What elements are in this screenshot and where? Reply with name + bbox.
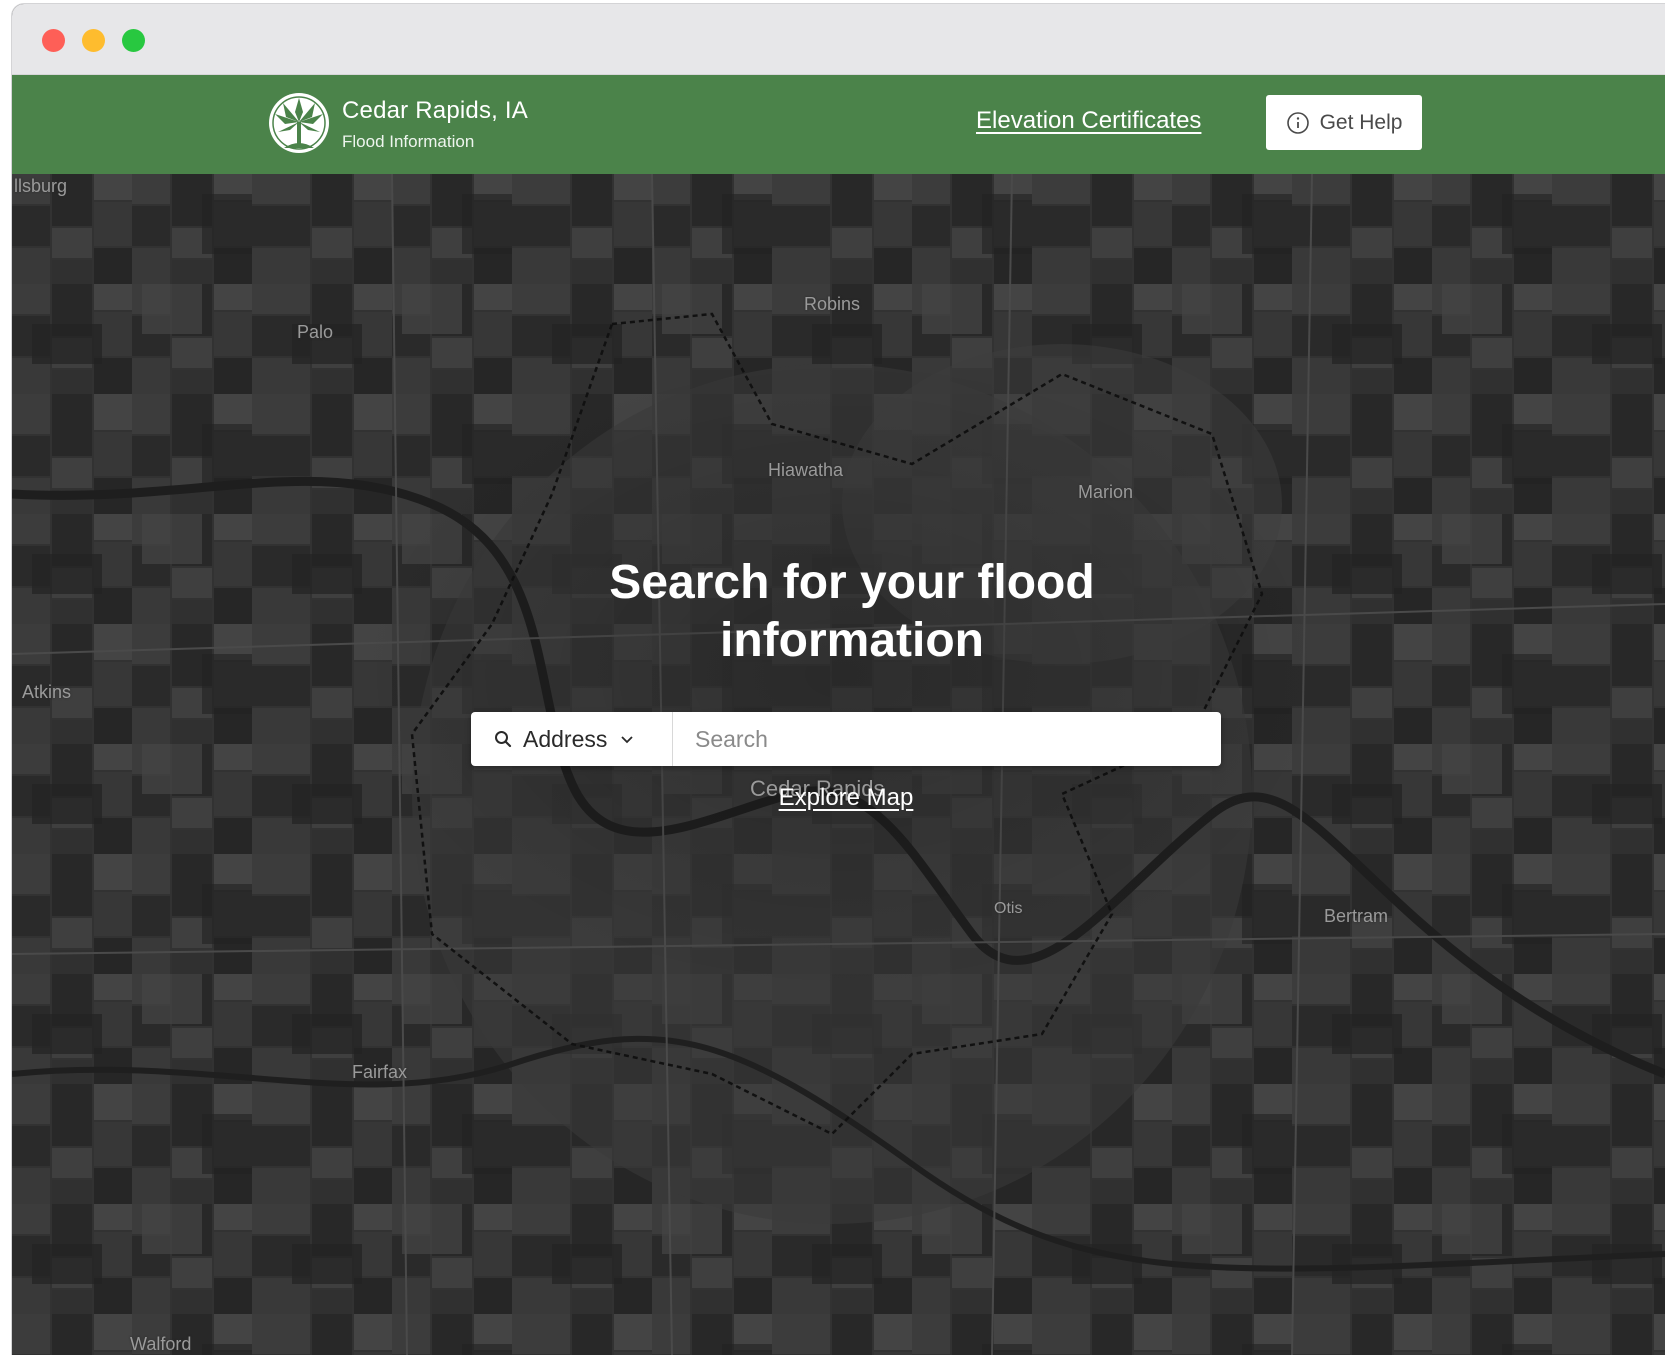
- close-window-button[interactable]: [42, 29, 65, 52]
- map-label-walford: Walford: [130, 1334, 192, 1354]
- map-label-bertram: Bertram: [1324, 906, 1389, 926]
- info-circle-icon: [1286, 111, 1309, 134]
- search-type-dropdown[interactable]: Address: [471, 712, 673, 766]
- browser-window: Cedar Rapids, IA Flood Information Eleva…: [12, 4, 1665, 1355]
- window-titlebar: [12, 4, 1665, 75]
- map-label-ellsburg: llsburg: [14, 176, 68, 196]
- map-label-fairfax: Fairfax: [352, 1062, 408, 1082]
- map-label-marion: Marion: [1078, 482, 1134, 502]
- map-label-palo: Palo: [297, 322, 334, 342]
- chevron-down-icon: [621, 736, 634, 744]
- map-label-robins: Robins: [804, 294, 861, 314]
- map-label-atkins: Atkins: [22, 682, 72, 702]
- search-icon: [495, 731, 512, 748]
- map-label-otis: Otis: [994, 900, 1023, 917]
- explore-map-link[interactable]: Explore Map: [712, 784, 980, 812]
- get-help-button[interactable]: Get Help: [1266, 95, 1422, 150]
- get-help-label: Get Help: [1319, 110, 1403, 134]
- site-subtitle: Flood Information: [342, 132, 475, 151]
- search-type-label: Address: [523, 725, 608, 752]
- zoom-window-button[interactable]: [122, 29, 145, 52]
- tree-logo-icon[interactable]: [268, 92, 330, 154]
- satellite-map[interactable]: llsburg Robins Palo Hiawatha Marion Atki…: [12, 174, 1665, 1355]
- hero-title: Search for your flood information: [609, 556, 1095, 667]
- map-label-hiawatha: Hiawatha: [768, 460, 844, 480]
- search-bar: Address: [471, 712, 1221, 766]
- site-title: Cedar Rapids, IA: [342, 97, 528, 124]
- minimize-window-button[interactable]: [82, 29, 105, 52]
- elevation-certificates-link[interactable]: Elevation Certificates: [976, 107, 1201, 135]
- search-input[interactable]: [673, 712, 1221, 766]
- site-header: Cedar Rapids, IA Flood Information Eleva…: [12, 75, 1665, 174]
